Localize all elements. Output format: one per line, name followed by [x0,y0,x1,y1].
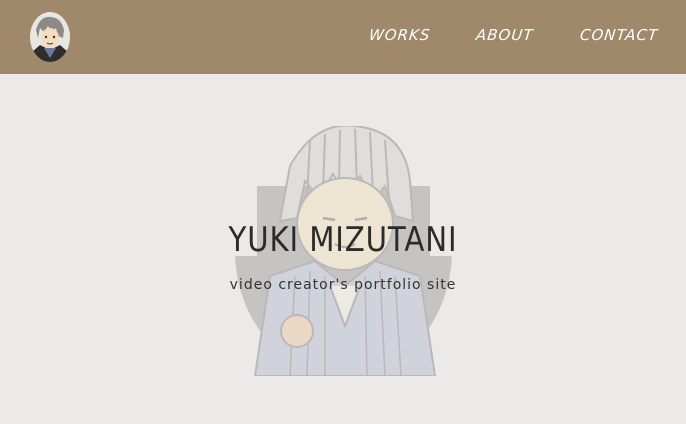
hero-section: YUKI MIZUTANI video creator's portfolio … [0,74,686,424]
avatar-logo[interactable] [30,12,70,62]
hero-subtitle: video creator's portfolio site [229,277,457,293]
site-header: WORKS ABOUT CONTACT [0,0,686,74]
nav-link-works[interactable]: WORKS [368,26,431,44]
main-nav: WORKS ABOUT CONTACT [368,26,659,44]
hero-title: YUKI MIZUTANI [228,220,458,260]
nav-link-contact[interactable]: CONTACT [579,26,659,44]
avatar-illustration-icon [30,12,70,62]
nav-link-about[interactable]: ABOUT [475,26,534,44]
